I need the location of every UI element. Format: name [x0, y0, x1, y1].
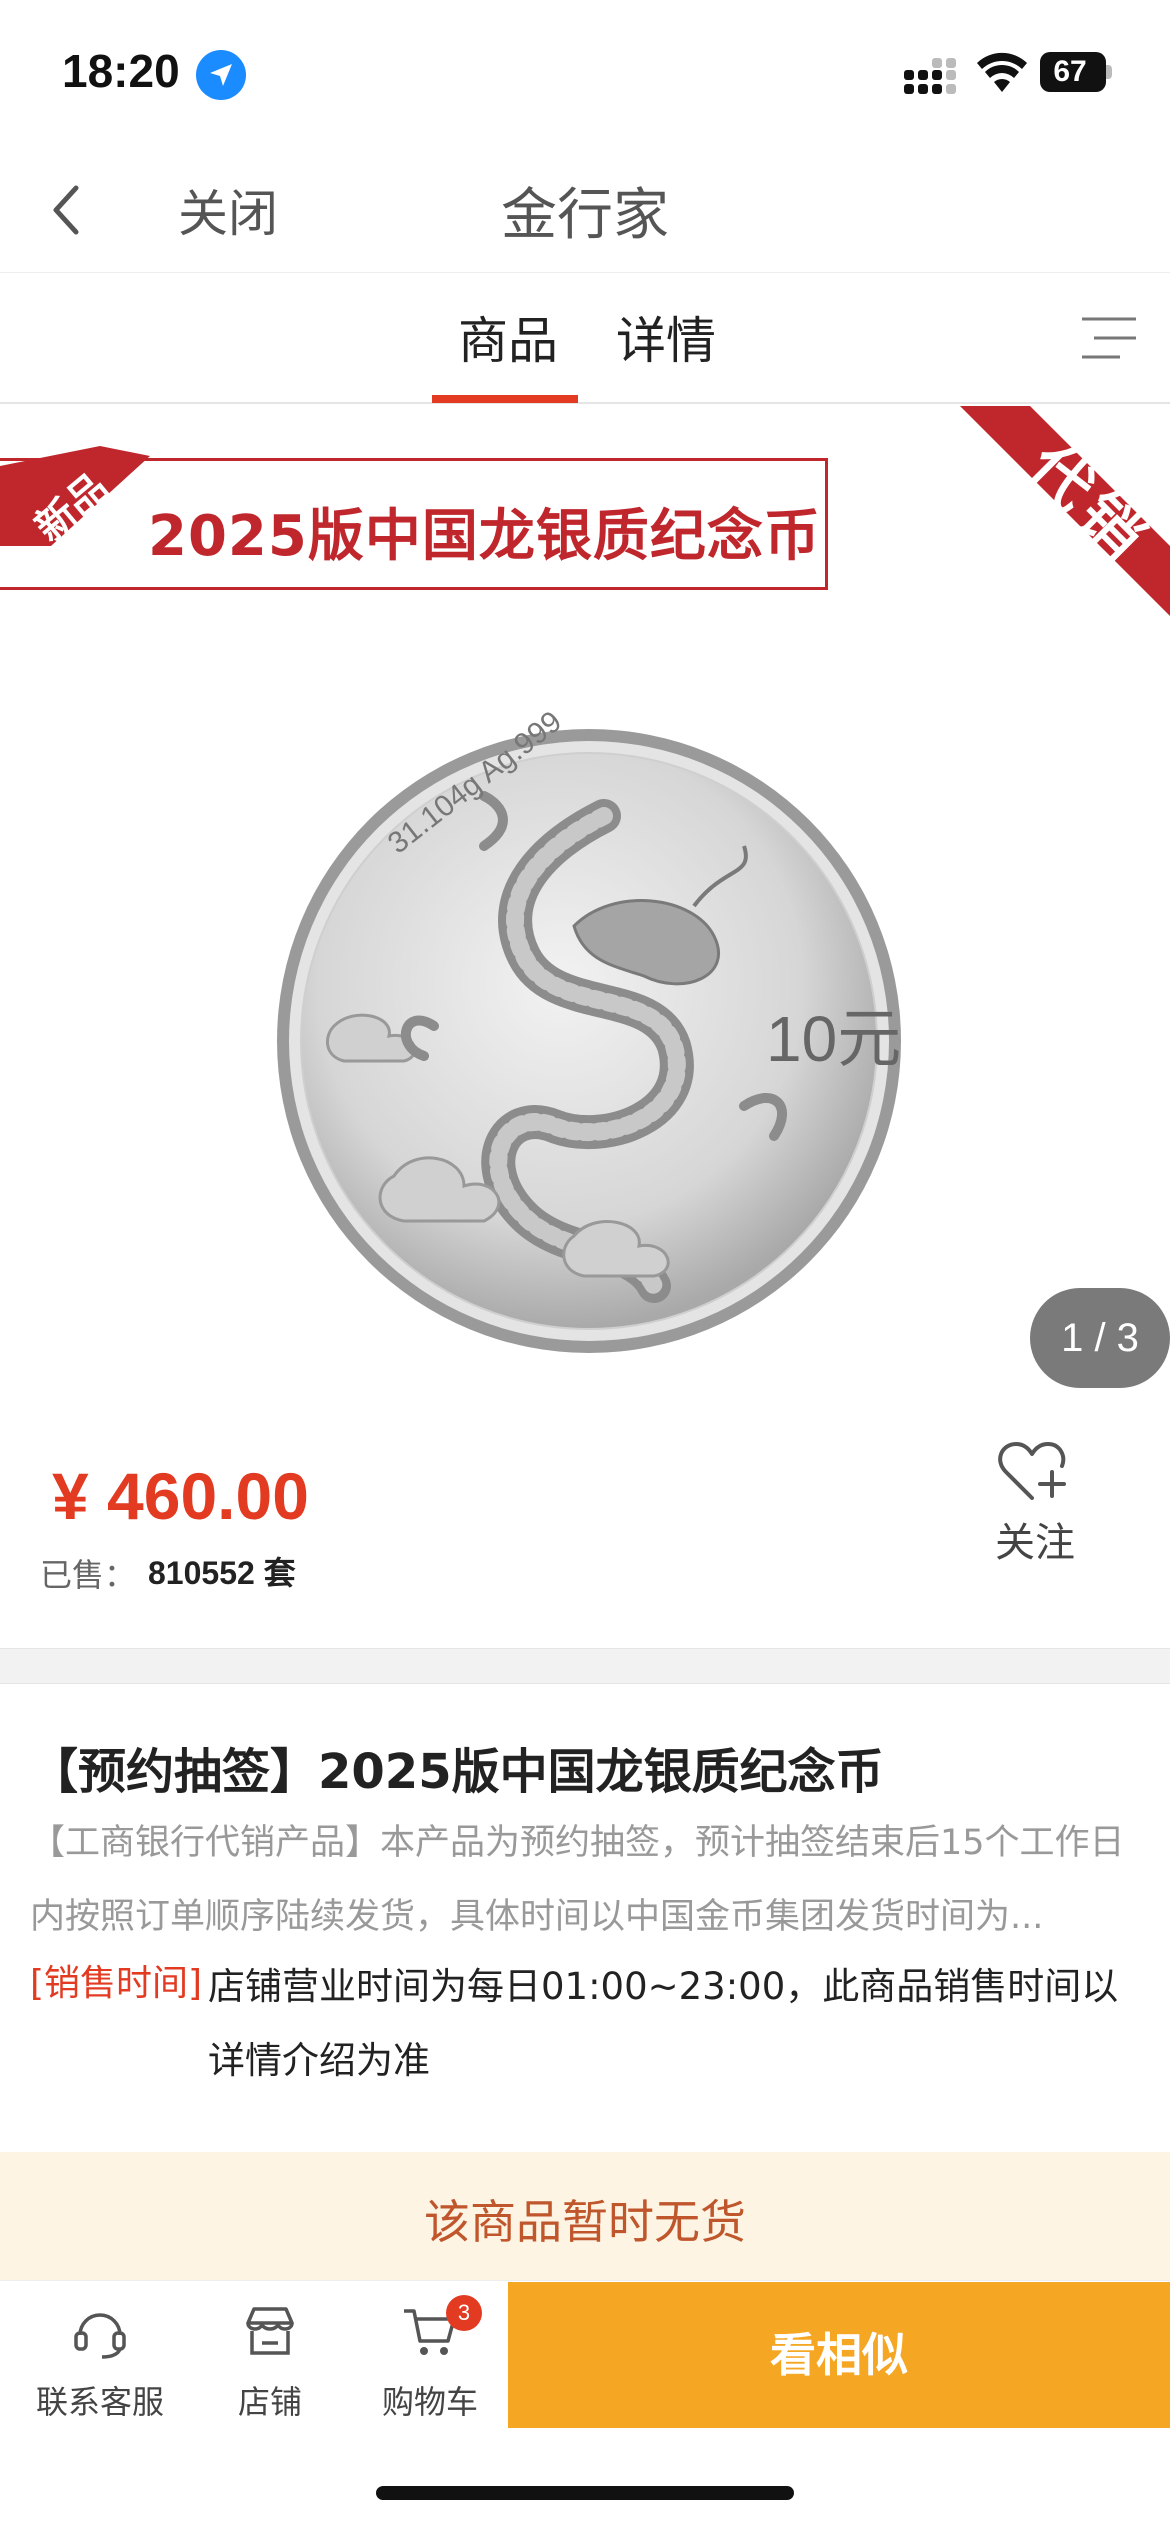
tab-detail[interactable]: 详情: [616, 301, 716, 373]
status-bar: 18:20 67: [0, 0, 1170, 150]
customer-service-label: 联系客服: [35, 2383, 164, 2421]
product-title: 【预约抽签】2025版中国龙银质纪念币: [30, 1744, 884, 1800]
store-icon: [246, 2307, 294, 2355]
shop-button[interactable]: 店铺: [190, 2295, 350, 2425]
product-description: 【工商银行代销产品】本产品为预约抽签，预计抽签结束后15个工作日内按照订单顺序陆…: [30, 1823, 1125, 1937]
image-counter: 1 / 3: [1030, 1288, 1170, 1388]
tab-bar: 商品 详情: [0, 272, 1170, 404]
headset-icon: [74, 2313, 126, 2359]
battery-level: 67: [1053, 55, 1087, 88]
customer-service-button[interactable]: 联系客服: [20, 2295, 180, 2425]
cart-count-badge: 3: [446, 2295, 482, 2331]
coin-denomination: 10元: [766, 1003, 902, 1075]
battery-icon: 67: [1040, 52, 1112, 92]
heart-plus-icon: [998, 1442, 1066, 1500]
out-of-stock-notice: 该商品暂时无货: [0, 2152, 1170, 2282]
follow-button[interactable]: 关注: [980, 1440, 1090, 1570]
menu-icon[interactable]: [1078, 313, 1140, 363]
active-tab-indicator: [432, 395, 578, 403]
sale-time-label: [销售时间]: [30, 1963, 203, 2004]
nav-bar: 关闭 金行家: [0, 150, 1170, 270]
section-divider: [0, 1648, 1170, 1684]
product-price: ¥ 460.00: [52, 1459, 309, 1533]
see-similar-button[interactable]: 看相似: [508, 2282, 1170, 2428]
banner-title: 2025版中国龙银质纪念币: [148, 504, 821, 569]
tab-goods[interactable]: 商品: [458, 301, 558, 373]
page-title: 金行家: [501, 183, 669, 248]
product-image-carousel[interactable]: 2025版中国龙银质纪念币 新品 代销 31.104g Ag.999 10元 1…: [0, 406, 1170, 1406]
shop-label: 店铺: [237, 2383, 302, 2421]
sale-time-text: 店铺营业时间为每日01:00~23:00，此商品销售时间以详情介绍为准: [208, 1965, 1119, 2082]
cart-button[interactable]: 3 购物车: [350, 2295, 510, 2425]
out-of-stock-text: 该商品暂时无货: [424, 2195, 746, 2249]
sold-count: 810552 套: [148, 1555, 296, 1591]
location-arrow-icon: [196, 50, 246, 100]
wifi-icon: [977, 52, 1027, 92]
status-time: 18:20: [62, 45, 180, 97]
cart-label: 购物车: [381, 2383, 478, 2421]
cellular-signal-icon: [904, 58, 956, 94]
follow-label: 关注: [995, 1520, 1075, 1566]
sold-label: 已售：: [40, 1556, 137, 1594]
home-indicator: [376, 2486, 794, 2500]
